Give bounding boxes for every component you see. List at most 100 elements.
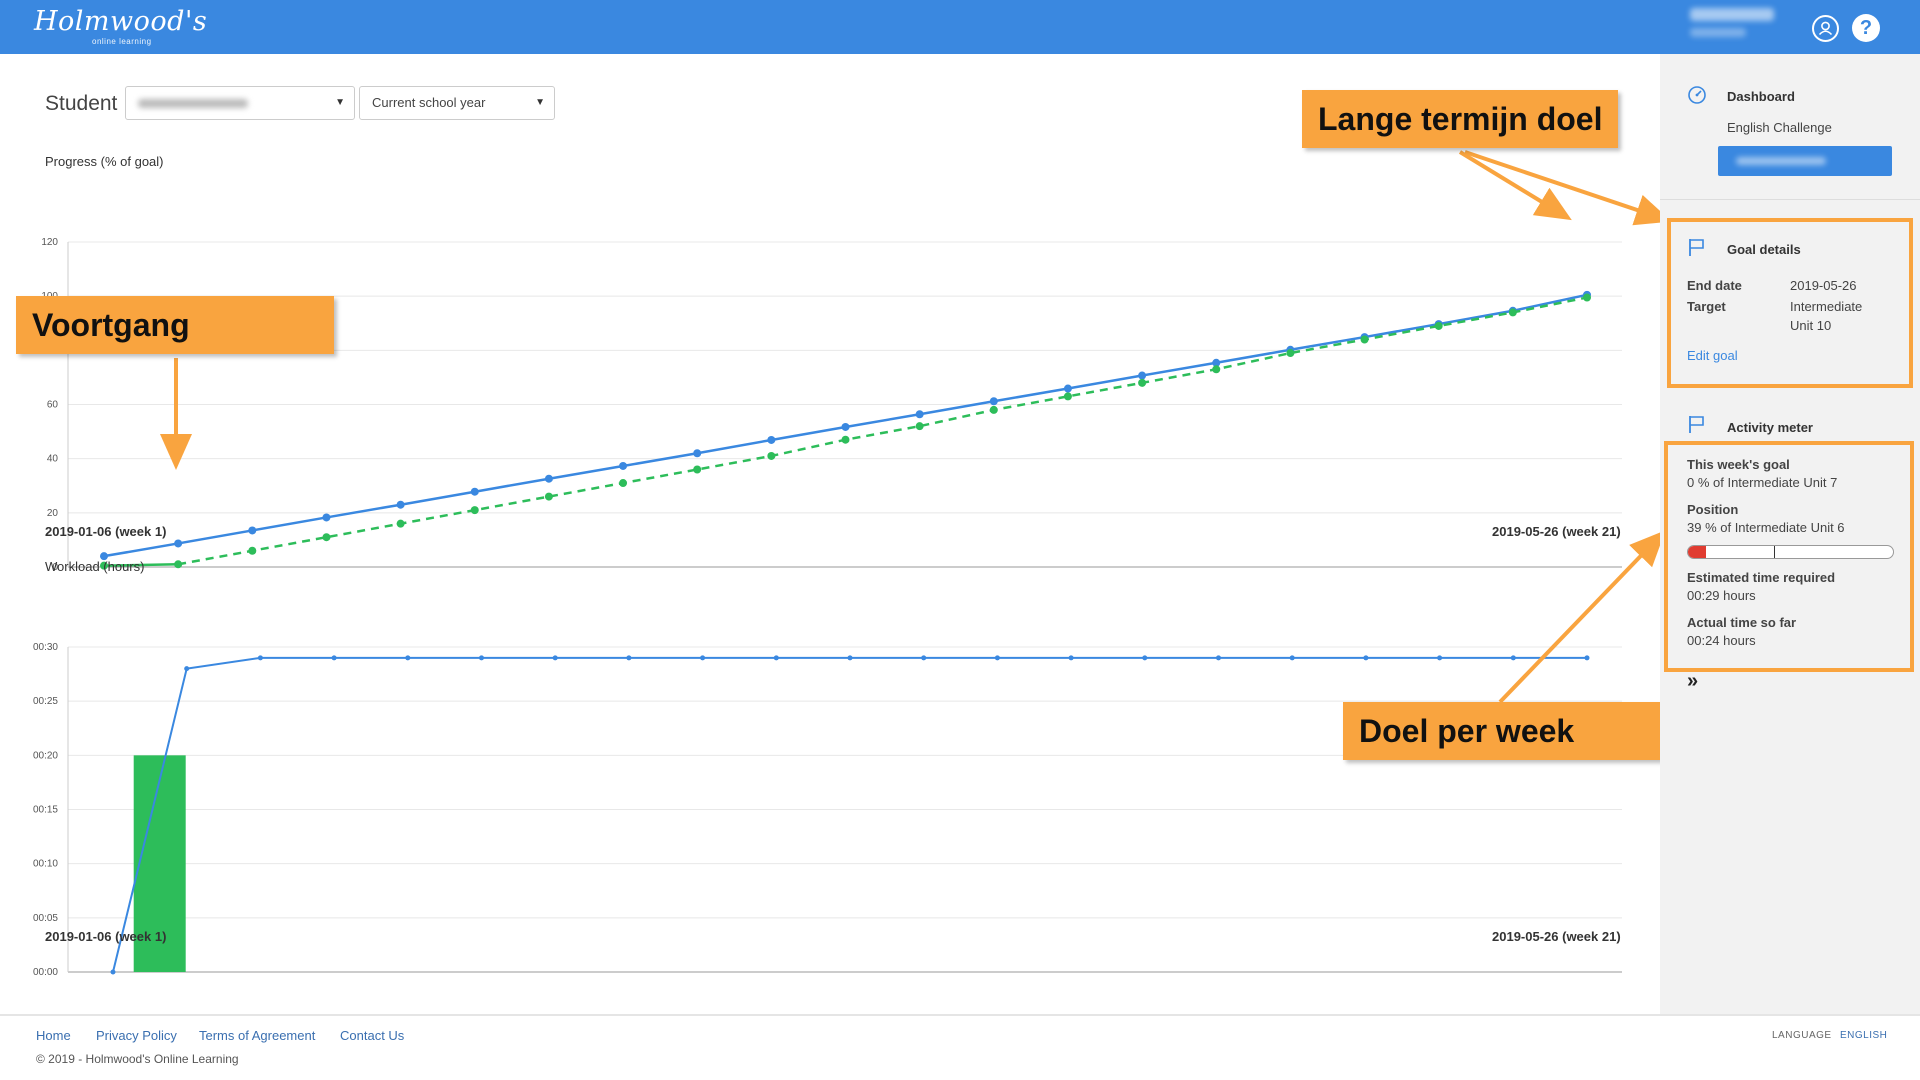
progress-y-tick-label: 120: [41, 237, 58, 248]
position-label: Position: [1687, 502, 1739, 517]
divider: [1660, 199, 1920, 200]
workload-point: [994, 655, 1000, 661]
student-dashboard-button[interactable]: [1718, 146, 1892, 176]
footer-privacy-link[interactable]: Privacy Policy: [96, 1028, 177, 1043]
position-value: 39 % of Intermediate Unit 6: [1687, 520, 1845, 535]
workload-point: [184, 666, 190, 672]
progress-series-1-point: [915, 422, 924, 431]
workload-y-tick-label: 00:05: [33, 913, 58, 924]
dashboard-subtitle: English Challenge: [1727, 120, 1832, 135]
activity-meter-bar: [1687, 545, 1894, 559]
workload-point: [331, 655, 337, 661]
workload-point: [773, 655, 779, 661]
progress-series-0-point: [1138, 371, 1147, 380]
goal-details-title: Goal details: [1727, 242, 1801, 257]
workload-point: [1363, 655, 1369, 661]
progress-series-0-point: [396, 500, 405, 509]
workload-y-tick-label: 00:10: [33, 859, 58, 870]
callout-goal-per-week: Doel per week: [1343, 702, 1661, 760]
progress-series-1-point: [470, 506, 479, 515]
workload-point: [1584, 655, 1590, 661]
progress-series-0-point: [915, 410, 924, 419]
period-value: Current school year: [372, 95, 486, 110]
workload-y-tick-label: 00:00: [33, 967, 58, 978]
dashboard-title[interactable]: Dashboard: [1727, 89, 1795, 104]
progress-series-1-point: [396, 519, 405, 528]
user-info: [1690, 8, 1800, 37]
callout-progress: Voortgang: [16, 296, 334, 354]
logo-subtitle: online learning: [92, 37, 152, 46]
progress-series-0-point: [619, 461, 628, 470]
progress-series-1-point: [989, 405, 998, 414]
footer: Home Privacy Policy Terms of Agreement C…: [0, 1014, 1920, 1080]
account-icon[interactable]: [1812, 15, 1839, 42]
workload-y-tick-label: 00:30: [33, 642, 58, 653]
progress-chart-title: Progress (% of goal): [45, 154, 164, 169]
progress-series-1-point: [767, 451, 776, 460]
end-date-value: 2019-05-26: [1790, 278, 1857, 293]
progress-y-tick-label: 20: [47, 508, 59, 519]
progress-y-tick-label: 40: [47, 454, 59, 465]
workload-point: [1510, 655, 1516, 661]
chevron-down-icon: ▼: [335, 97, 345, 108]
gauge-icon: [1688, 86, 1706, 104]
callout-long-term-goal: Lange termijn doel: [1302, 90, 1619, 148]
chevron-down-icon: ▼: [535, 97, 545, 108]
workload-point: [1289, 655, 1295, 661]
target-value-line1: Intermediate: [1790, 299, 1863, 314]
actual-time-value: 00:24 hours: [1687, 633, 1756, 648]
double-chevron-right-icon[interactable]: »: [1687, 670, 1698, 693]
activity-meter-fill: [1688, 546, 1707, 558]
progress-series-0-point: [767, 435, 776, 444]
activity-meter-title: Activity meter: [1727, 420, 1813, 435]
workload-point: [1437, 655, 1443, 661]
progress-start-date: 2019-01-06 (week 1): [45, 524, 167, 539]
help-icon[interactable]: ?: [1852, 14, 1880, 42]
period-select[interactable]: Current school year ▼: [359, 86, 555, 120]
workload-point: [847, 655, 853, 661]
footer-home-link[interactable]: Home: [36, 1028, 71, 1043]
footer-contact-link[interactable]: Contact Us: [340, 1028, 404, 1043]
progress-series-0-point: [248, 526, 257, 535]
progress-series-0-point: [174, 539, 183, 548]
progress-series-1-point: [1286, 349, 1295, 358]
workload-point: [1216, 655, 1221, 661]
progress-series-0-point: [470, 487, 479, 496]
progress-series-1-point: [174, 560, 183, 569]
progress-series-0-point: [841, 422, 850, 431]
end-date-label: End date: [1687, 278, 1742, 293]
target-value-line2: Unit 10: [1790, 318, 1832, 333]
student-select[interactable]: ▼: [125, 86, 355, 120]
actual-time-label: Actual time so far: [1687, 615, 1797, 630]
main-content: Student ▼ Current school year ▼ Progress…: [0, 54, 1660, 1014]
copyright: © 2019 - Holmwood's Online Learning: [36, 1052, 239, 1066]
edit-goal-link[interactable]: Edit goal: [1687, 348, 1738, 363]
workload-y-tick-label: 00:25: [33, 696, 58, 707]
progress-series-1-point: [248, 546, 257, 555]
progress-series-1-point: [544, 492, 553, 501]
target-label: Target: [1687, 299, 1726, 314]
progress-series-0-point: [693, 449, 702, 458]
user-role-blurred: [1690, 28, 1746, 37]
progress-y-tick-label: 60: [47, 400, 59, 411]
progress-series-1-line-dashed: [177, 296, 1588, 566]
workload-y-tick-label: 00:20: [33, 750, 58, 761]
week-goal-label: This week's goal: [1687, 457, 1790, 472]
progress-series-0-point: [544, 474, 553, 483]
workload-start-date: 2019-01-06 (week 1): [45, 929, 167, 944]
progress-series-1-point: [693, 465, 702, 474]
progress-series-1-point: [1212, 365, 1221, 374]
workload-chart: 00:00 00:05 00:10 00:15 00:20 00:25 00:30: [33, 642, 1622, 978]
progress-series-1-point: [1138, 378, 1147, 387]
flag-icon: [1689, 239, 1704, 256]
footer-terms-link[interactable]: Terms of Agreement: [199, 1028, 315, 1043]
workload-end-date: 2019-05-26 (week 21): [1492, 929, 1621, 944]
language-selector[interactable]: ENGLISH: [1840, 1030, 1887, 1041]
workload-point: [479, 655, 484, 661]
logo[interactable]: Holmwood's online learning: [34, 6, 207, 46]
flag-icon: [1689, 416, 1704, 433]
workload-point: [1142, 655, 1148, 661]
progress-series-1-point: [1434, 321, 1443, 330]
workload-point: [405, 655, 411, 661]
progress-series-1-point: [619, 479, 628, 488]
